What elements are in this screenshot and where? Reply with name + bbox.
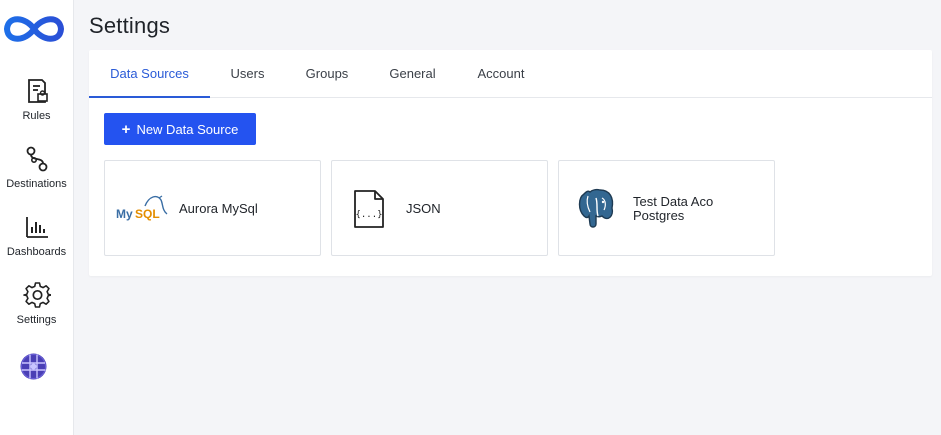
svg-text:{...}: {...}	[355, 210, 382, 220]
page-title: Settings	[89, 13, 171, 38]
tab-data-sources[interactable]: Data Sources	[89, 50, 210, 98]
sidebar-item-label: Settings	[16, 314, 57, 326]
sidebar-item-dashboards[interactable]: Dashboards	[0, 213, 73, 259]
svg-text:My: My	[116, 207, 133, 221]
dashboards-icon	[25, 217, 48, 238]
tab-groups[interactable]: Groups	[295, 50, 359, 97]
data-source-card-postgres[interactable]: Test Data Aco Postgres	[558, 160, 775, 256]
gear-icon	[22, 282, 51, 308]
sidebar-item-label: Dashboards	[6, 246, 67, 258]
data-source-card-aurora-mysql[interactable]: My SQL Aurora MySql	[104, 160, 321, 256]
settings-tabs: Data Sources Users Groups General Accoun…	[89, 50, 932, 98]
data-source-name-line1: Test Data Aco	[633, 194, 714, 209]
data-source-name: JSON	[406, 201, 441, 216]
sidebar-item-destinations[interactable]: Destinations	[0, 145, 73, 191]
sidebar-item-label: Destinations	[6, 178, 67, 190]
data-source-name: Aurora MySql	[179, 201, 258, 216]
data-source-card-json[interactable]: {...} JSON	[331, 160, 548, 256]
sidebar-item-rules[interactable]: Rules	[0, 77, 73, 123]
new-data-source-label: New Data Source	[136, 121, 239, 137]
infinity-logo-icon[interactable]	[2, 11, 66, 47]
sidebar-item-label: Rules	[22, 110, 51, 122]
mysql-logo-icon: My SQL	[116, 195, 168, 221]
plus-icon: +	[121, 120, 131, 138]
globe-avatar-icon[interactable]	[20, 353, 47, 380]
new-data-source-button[interactable]: + New Data Source	[104, 113, 256, 145]
destinations-icon	[26, 146, 47, 172]
sidebar-item-settings[interactable]: Settings	[0, 281, 73, 327]
tab-account[interactable]: Account	[466, 50, 536, 97]
svg-text:SQL: SQL	[135, 207, 160, 221]
tab-users[interactable]: Users	[220, 50, 275, 97]
tab-general[interactable]: General	[379, 50, 446, 97]
settings-panel: Data Sources Users Groups General Accoun…	[89, 50, 932, 276]
postgres-elephant-icon	[578, 188, 614, 228]
sidebar: Rules Destinations Dashboards Settings	[0, 0, 74, 435]
rules-icon	[27, 79, 48, 103]
data-source-name-line2: Postgres	[633, 208, 685, 223]
json-file-icon: {...}	[354, 190, 384, 228]
